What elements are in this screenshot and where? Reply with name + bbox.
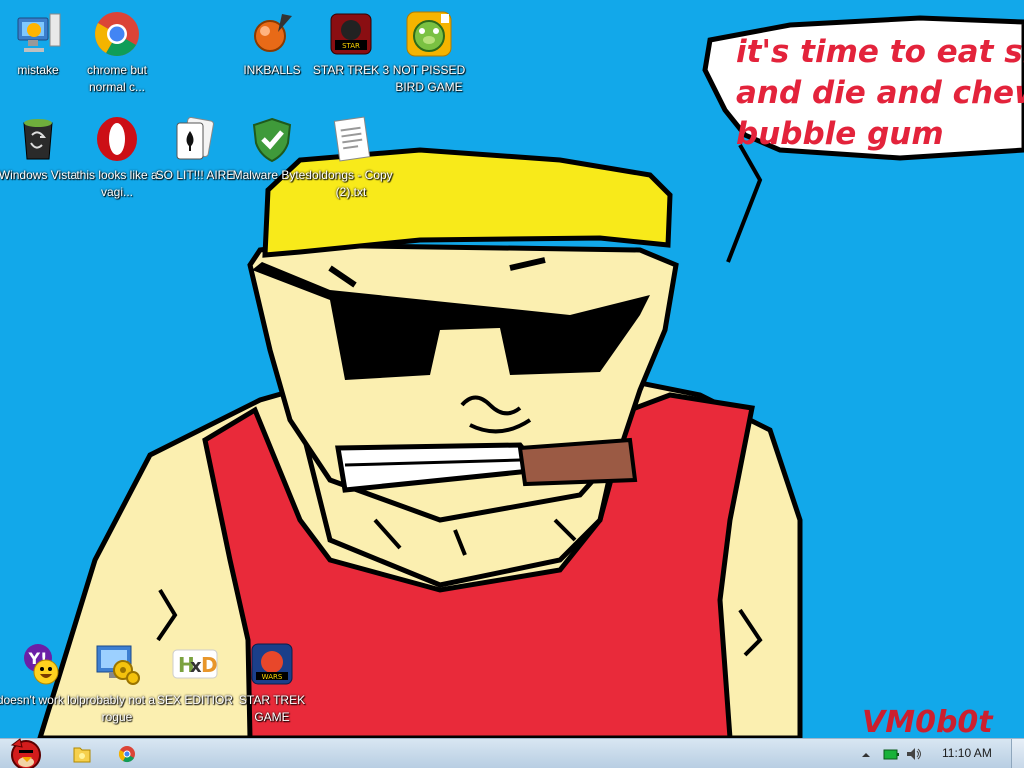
tray-arrow-icon[interactable] — [860, 748, 872, 760]
svg-text:WARS: WARS — [262, 673, 283, 681]
desktop-icon-malware-bytes[interactable]: Malware Bytes — [233, 109, 311, 209]
desktop-icon-windows-vista[interactable]: Windows Vista — [0, 109, 77, 209]
yahoo-messenger-icon: Y! — [24, 644, 59, 685]
desktop-icon-label: mistake — [17, 63, 59, 77]
bad-piggies-icon — [406, 11, 452, 57]
start-button[interactable] — [2, 735, 50, 768]
inkball-icon — [254, 14, 292, 52]
desktop-icon-label: probably not a rogue — [78, 693, 156, 724]
folder-icon — [73, 747, 91, 763]
desktop-icon-label: loldongs - Copy (2).txt — [309, 168, 393, 199]
desktop-icon-not-pissed-bird-game[interactable]: NOT PISSED BIRD GAME — [391, 4, 467, 104]
text-file-icon — [333, 116, 371, 162]
desktop-icon-label: this looks like a vagi... — [76, 168, 158, 199]
battery-icon[interactable] — [883, 746, 899, 762]
desktop-icon-label: INKBALLS — [243, 63, 301, 77]
taskbar-explorer[interactable] — [60, 742, 102, 766]
opera-icon — [97, 117, 137, 161]
desktop-icon-mistake[interactable]: mistake — [0, 4, 76, 104]
hxd-icon: H x D — [172, 649, 218, 679]
chrome-icon — [118, 746, 135, 763]
volume-icon[interactable] — [905, 746, 923, 762]
desktop-icon-star-trek-game[interactable]: WARS STAR TREK GAME — [234, 634, 310, 734]
star-wars-game-icon: STAR — [330, 13, 372, 55]
star-wars-game-icon: WARS — [251, 643, 293, 685]
desktop-icon-yahoo-messenger[interactable]: Y! doesn't work lol — [0, 634, 79, 734]
taskbar-chrome[interactable] — [106, 742, 148, 766]
desktop-icon-label: STAR TREK 3 — [312, 63, 390, 77]
desktop-icon-label: Windows Vista — [0, 168, 78, 182]
desktop-icon-chrome[interactable]: chrome but normal c... — [79, 4, 155, 104]
desktop-icon-star-trek-3[interactable]: STAR STAR TREK 3 — [313, 4, 389, 104]
chrome-icon — [95, 12, 139, 56]
recycle-bin-icon — [23, 119, 53, 160]
desktop-icon-label: Malware Bytes — [232, 168, 312, 182]
artist-signature: VM0b0t — [862, 705, 994, 740]
settings-computer-icon — [96, 645, 140, 685]
taskbar: 11:10 AM — [0, 738, 1024, 768]
desktop-icon-solitaire[interactable]: SO LIT!!! AIRE — [156, 109, 234, 209]
desktop-icon-probably-not-a-rogue[interactable]: probably not a rogue — [79, 634, 155, 734]
computer-settings-icon — [17, 13, 61, 52]
solitaire-icon — [176, 116, 214, 160]
show-desktop-button[interactable] — [1011, 739, 1024, 768]
shield-check-icon — [252, 117, 292, 163]
desktop-icon-label: chrome but normal c... — [86, 63, 148, 94]
speech-line-3: bubble gum — [736, 116, 944, 152]
angry-bird-start-icon — [10, 738, 41, 768]
desktop: it's time to eat shit and die and chew b… — [0, 0, 1024, 768]
desktop-icon-label: NOT PISSED BIRD GAME — [392, 63, 466, 94]
speech-line-1: it's time to eat shit — [736, 34, 1024, 70]
desktop-icon-label: SO LIT!!! AIRE — [155, 168, 235, 182]
desktop-icon-loldongs-txt[interactable]: loldongs - Copy (2).txt — [309, 109, 393, 209]
speech-line-2: and die and chew — [736, 75, 1024, 111]
desktop-icon-sex-editior[interactable]: H x D SEX EDITIOR — [157, 634, 233, 734]
desktop-icon-opera[interactable]: this looks like a vagi... — [76, 109, 158, 209]
desktop-icon-label: SEX EDITIOR — [156, 693, 233, 707]
desktop-icon-label: doesn't work lol — [0, 693, 80, 707]
system-clock[interactable]: 11:10 AM — [942, 746, 992, 760]
desktop-icon-inkballs[interactable]: INKBALLS — [234, 4, 310, 104]
svg-text:D: D — [201, 653, 218, 677]
svg-text:STAR: STAR — [342, 42, 360, 50]
desktop-icon-label: STAR TREK GAME — [238, 693, 306, 724]
